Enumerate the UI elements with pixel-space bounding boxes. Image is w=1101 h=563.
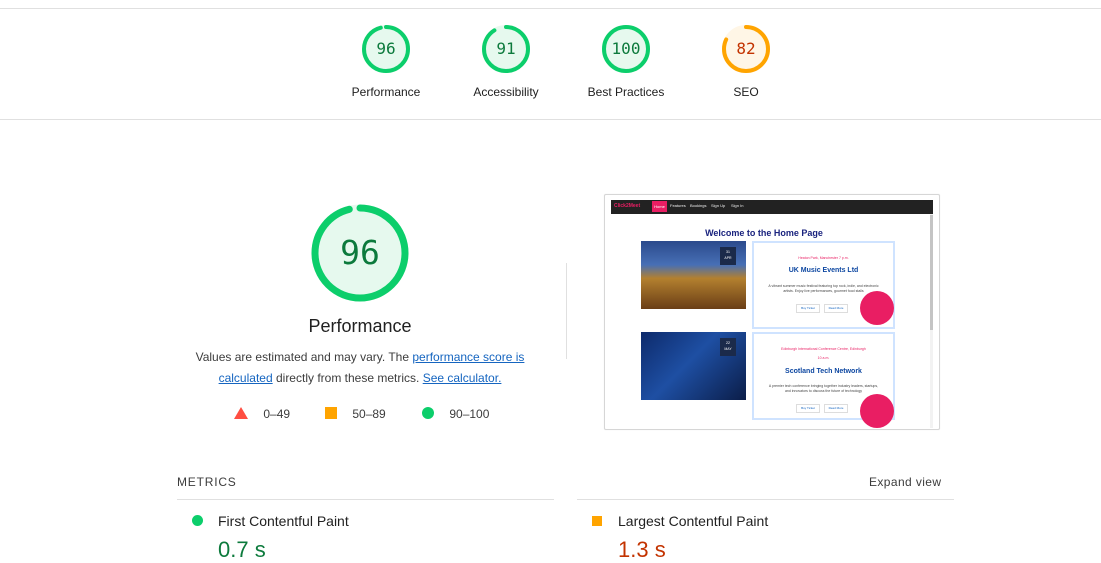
preview-nav-item: Sign In xyxy=(731,203,744,208)
legend-pass: 90–100 xyxy=(422,407,489,421)
preview-scrollbar-thumb xyxy=(930,215,933,330)
preview-event-time: 10 a.m. xyxy=(817,356,830,360)
summary-divider xyxy=(0,119,1101,120)
metrics-divider xyxy=(577,499,954,500)
preview-event-image: 22 MAY xyxy=(641,332,746,400)
preview-event-text: A premier tech conference bringing toget… xyxy=(768,384,879,393)
metric-value: 1.3 s xyxy=(618,537,666,562)
preview-read-more-button: Read More xyxy=(824,304,848,313)
preview-date-badge: 22 MAY xyxy=(720,338,736,356)
metrics-divider xyxy=(177,499,554,500)
preview-event-text: A vibrant summer music festival featurin… xyxy=(768,284,879,293)
preview-buy-ticket-button: Buy Ticket xyxy=(796,404,820,413)
metric-value: 0.7 s xyxy=(218,537,266,562)
score-description: Values are estimated and may vary. The p… xyxy=(185,347,535,389)
preview-event-title: Scotland Tech Network xyxy=(785,368,862,375)
gauge-accessibility[interactable]: 91 Accessibility xyxy=(446,24,566,99)
triangle-icon xyxy=(234,407,248,419)
gauge-label: Performance xyxy=(351,85,421,99)
preview-event-card: Heaton Park, Manchester 7 p.m. UK Music … xyxy=(752,241,895,329)
gauge-best-practices[interactable]: 100 Best Practices xyxy=(566,24,686,99)
preview-nav-item: Sign Up xyxy=(711,203,726,208)
legend-range: 50–89 xyxy=(352,407,386,421)
preview-event-meta: Heaton Park, Manchester 7 p.m. xyxy=(754,256,893,260)
preview-event-location: Heaton Park, Manchester xyxy=(798,256,838,260)
legend-range: 0–49 xyxy=(263,407,291,421)
preview-decoration xyxy=(860,291,894,325)
preview-event-image: 31 APR xyxy=(641,241,746,309)
gauge-label: Best Practices xyxy=(587,85,665,99)
gauge-seo[interactable]: 82 SEO xyxy=(686,24,806,99)
preview-buy-ticket-button: Buy Ticket xyxy=(796,304,820,313)
preview-navbar: Click2Meet Home Features Bookings Sign U… xyxy=(611,200,933,214)
gauge-score: 91 xyxy=(496,39,516,58)
legend-average: 50–89 xyxy=(325,407,386,421)
see-calculator-link[interactable]: See calculator. xyxy=(423,371,502,385)
square-icon xyxy=(592,516,602,526)
square-icon xyxy=(325,407,337,419)
preview-date-badge: 31 APR xyxy=(720,247,736,265)
circle-icon xyxy=(422,407,434,419)
preview-date-month: MAY xyxy=(724,347,732,351)
performance-score: 96 xyxy=(340,233,380,272)
preview-date-month: APR xyxy=(724,256,732,260)
gauge-label: Accessibility xyxy=(473,85,539,99)
preview-event-location: Edinburgh International Conference Centr… xyxy=(781,347,866,351)
top-divider xyxy=(0,8,1101,9)
circle-icon xyxy=(192,515,203,526)
metric-name: First Contentful Paint xyxy=(218,513,349,529)
preview-event-card: Edinburgh International Conference Centr… xyxy=(752,332,895,428)
vertical-divider xyxy=(566,263,567,359)
preview-brand: Click2Meet xyxy=(614,203,641,209)
legend-fail: 0–49 xyxy=(234,407,290,421)
preview-nav-item: Features xyxy=(670,203,686,208)
metric-name: Largest Contentful Paint xyxy=(618,513,769,529)
gauge-score: 82 xyxy=(736,39,756,58)
metrics-header: METRICS xyxy=(177,475,237,489)
description-text: Values are estimated and may vary. The xyxy=(195,350,413,364)
preview-event-title: UK Music Events Ltd xyxy=(788,267,859,274)
preview-heading: Welcome to the Home Page xyxy=(705,228,823,238)
gauge-score: 100 xyxy=(611,39,641,58)
preview-read-more-button: Read More xyxy=(824,404,848,413)
gauge-label: SEO xyxy=(733,85,759,99)
preview-decoration xyxy=(860,394,894,428)
preview-event-time: 7 p.m. xyxy=(838,256,849,260)
gauge-score: 96 xyxy=(376,39,396,58)
description-text: directly from these metrics. xyxy=(272,371,423,385)
gauge-performance[interactable]: 96 Performance xyxy=(326,24,446,99)
page-screenshot[interactable]: Click2Meet Home Features Bookings Sign U… xyxy=(604,194,940,430)
performance-title: Performance xyxy=(308,316,412,336)
preview-nav-home: Home xyxy=(652,201,667,212)
preview-nav-item: Bookings xyxy=(690,203,707,208)
legend-range: 90–100 xyxy=(449,407,490,421)
expand-view-button[interactable]: Expand view xyxy=(869,475,941,489)
